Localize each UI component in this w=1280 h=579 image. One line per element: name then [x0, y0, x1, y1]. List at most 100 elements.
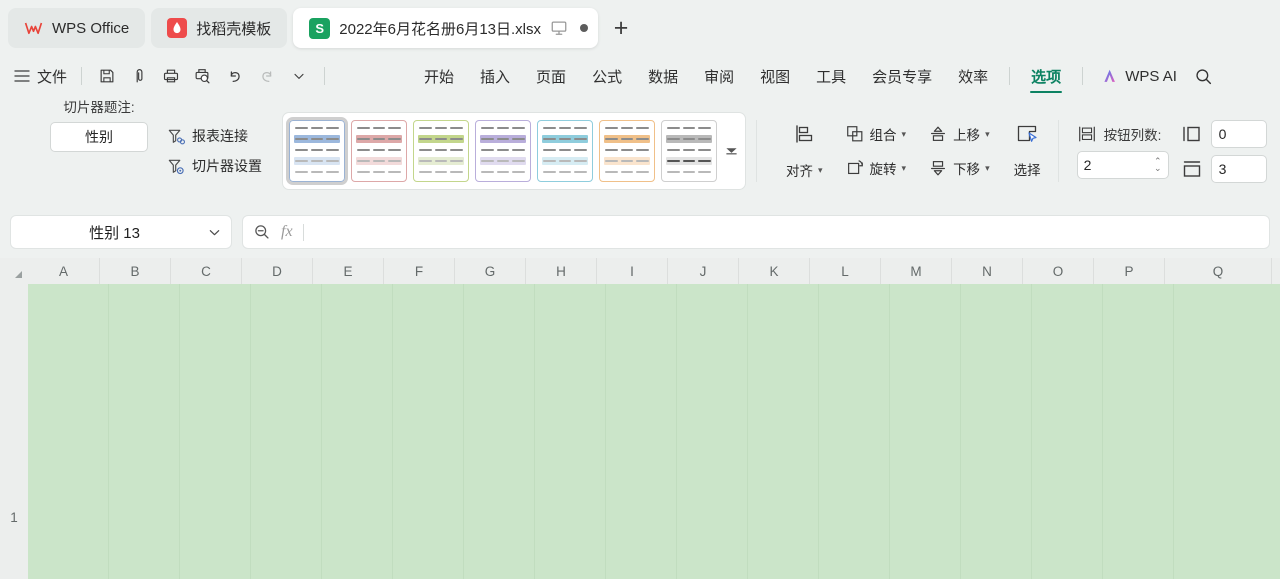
- ribbon-tab-start[interactable]: 开始: [411, 57, 467, 95]
- column-header-P[interactable]: P: [1094, 258, 1165, 284]
- rotate-button[interactable]: 旋转 ▾: [838, 154, 914, 182]
- height-input[interactable]: 3: [1210, 154, 1267, 183]
- column-header-L[interactable]: L: [810, 258, 881, 284]
- arrange-group: 对齐 ▾ 组合 ▾ 旋转 ▾ 上移 ▾ 下移 ▾ 选择: [779, 118, 1048, 184]
- style-swatch-red[interactable]: [351, 120, 407, 182]
- toolbar-divider: [81, 67, 83, 85]
- column-header-B[interactable]: B: [100, 258, 171, 284]
- ribbon-tab-view[interactable]: 视图: [747, 57, 803, 95]
- print-preview-icon[interactable]: [188, 62, 218, 90]
- monitor-icon[interactable]: [550, 19, 568, 37]
- gridline: [1102, 284, 1103, 579]
- undo-icon[interactable]: [220, 62, 250, 90]
- redo-icon[interactable]: [252, 62, 282, 90]
- move-up-button[interactable]: 上移 ▾: [921, 120, 997, 148]
- column-header-M[interactable]: M: [881, 258, 952, 284]
- wps-ai-button[interactable]: WPS AI: [1091, 67, 1187, 85]
- file-menu-button[interactable]: 文件: [12, 66, 71, 87]
- save-icon[interactable]: [92, 62, 122, 90]
- customize-icon[interactable]: [284, 62, 314, 90]
- ribbon-tab-data[interactable]: 数据: [635, 57, 691, 95]
- select-pane-icon-button[interactable]: [1008, 119, 1046, 149]
- wps-spreadsheet-window: WPS Office 找稻壳模板 S 2022年6月花名册6月13日.xlsx …: [0, 0, 1280, 579]
- wps-logo-icon: [24, 22, 43, 34]
- button-columns-stepper[interactable]: 2 ⌃ ⌄: [1076, 150, 1169, 179]
- file-menu-label: 文件: [37, 68, 68, 86]
- zoom-formula-icon[interactable]: [253, 223, 271, 241]
- style-swatch-cyan[interactable]: [537, 120, 593, 182]
- move-down-icon: [931, 161, 946, 176]
- gridline: [1173, 284, 1174, 579]
- ribbon-tab-insert[interactable]: 插入: [467, 57, 523, 95]
- column-header-F[interactable]: F: [384, 258, 455, 284]
- ribbon-tab-efficiency[interactable]: 效率: [945, 57, 1001, 95]
- column-header-C[interactable]: C: [171, 258, 242, 284]
- ribbon-group-divider: [756, 120, 757, 182]
- style-swatch-blue[interactable]: [286, 117, 348, 185]
- column-header-Q[interactable]: Q: [1165, 258, 1272, 284]
- column-header-A[interactable]: A: [28, 258, 100, 284]
- ribbon-tab-tools[interactable]: 工具: [803, 57, 859, 95]
- name-box[interactable]: 性别 13: [10, 215, 232, 249]
- ribbon-tab-formula[interactable]: 公式: [579, 57, 635, 95]
- tab-wps-office-home[interactable]: WPS Office: [8, 8, 146, 48]
- hamburger-icon: [14, 70, 30, 82]
- style-swatch-green[interactable]: [413, 120, 469, 182]
- column-header-G[interactable]: G: [455, 258, 526, 284]
- report-connections-button[interactable]: 报表连接: [166, 126, 262, 146]
- height-icon: [1183, 160, 1200, 177]
- column-header-H[interactable]: H: [526, 258, 597, 284]
- style-swatch-purple[interactable]: [475, 120, 531, 182]
- column-header-O[interactable]: O: [1023, 258, 1094, 284]
- ribbon-tab-member[interactable]: 会员专享: [859, 57, 945, 95]
- sheet-canvas[interactable]: [28, 284, 1280, 579]
- ribbon-tab-review[interactable]: 审阅: [691, 57, 747, 95]
- print-icon[interactable]: [156, 62, 186, 90]
- row-header-1[interactable]: 1: [0, 284, 28, 579]
- stepper-arrows-icon[interactable]: ⌃ ⌄: [1154, 156, 1162, 172]
- select-button[interactable]: 选择: [1007, 155, 1048, 183]
- select-all-corner[interactable]: [0, 258, 28, 284]
- formula-input-bar[interactable]: fx: [242, 215, 1270, 249]
- fx-label: fx: [281, 223, 293, 240]
- column-headers: ABCDEFGHIJKLMNOPQ: [0, 258, 1280, 284]
- slicer-commands-group: 报表连接 切片器设置: [166, 126, 262, 176]
- search-icon[interactable]: [1187, 59, 1221, 93]
- column-header-N[interactable]: N: [952, 258, 1023, 284]
- docer-template-icon: [167, 18, 188, 38]
- width-input[interactable]: 0: [1210, 119, 1267, 148]
- slicer-size-group: 按钮列数: 2 ⌃ ⌄ 0 3: [1076, 119, 1267, 183]
- chevron-down-icon: ▾: [901, 128, 907, 139]
- move-down-label: 下移: [953, 162, 981, 177]
- button-columns-value: 2: [1083, 156, 1092, 173]
- slicer-settings-label: 切片器设置: [192, 158, 262, 174]
- column-header-D[interactable]: D: [242, 258, 313, 284]
- slicer-settings-button[interactable]: 切片器设置: [166, 156, 262, 176]
- export-pdf-icon[interactable]: [124, 62, 154, 90]
- column-header-I[interactable]: I: [597, 258, 668, 284]
- style-swatch-orange[interactable]: [599, 120, 655, 182]
- rotate-icon: [847, 160, 863, 175]
- gallery-more-icon[interactable]: [723, 145, 739, 158]
- chevron-down-icon: ▾: [818, 164, 823, 175]
- group-button[interactable]: 组合 ▾: [838, 120, 914, 148]
- tab-docer-template[interactable]: 找稻壳模板: [151, 8, 288, 48]
- gridline: [747, 284, 748, 579]
- ribbon-tab-options[interactable]: 选项: [1018, 57, 1074, 95]
- move-down-button[interactable]: 下移 ▾: [921, 154, 997, 182]
- column-header-E[interactable]: E: [313, 258, 384, 284]
- new-tab-button[interactable]: +: [604, 11, 638, 45]
- align-button[interactable]: 对齐 ▾: [779, 156, 830, 184]
- gridline: [108, 284, 109, 579]
- slicer-settings-icon: [168, 159, 184, 174]
- slicer-caption-input[interactable]: 性别: [50, 122, 148, 152]
- chevron-down-icon[interactable]: [208, 226, 221, 239]
- column-header-J[interactable]: J: [668, 258, 739, 284]
- tab-active-document[interactable]: S 2022年6月花名册6月13日.xlsx: [293, 8, 599, 48]
- style-swatch-gray[interactable]: [661, 120, 717, 182]
- gridline: [676, 284, 677, 579]
- column-header-K[interactable]: K: [739, 258, 810, 284]
- row-headers: 1: [0, 284, 28, 579]
- align-icon-button[interactable]: [779, 118, 830, 150]
- ribbon-tab-page[interactable]: 页面: [523, 57, 579, 95]
